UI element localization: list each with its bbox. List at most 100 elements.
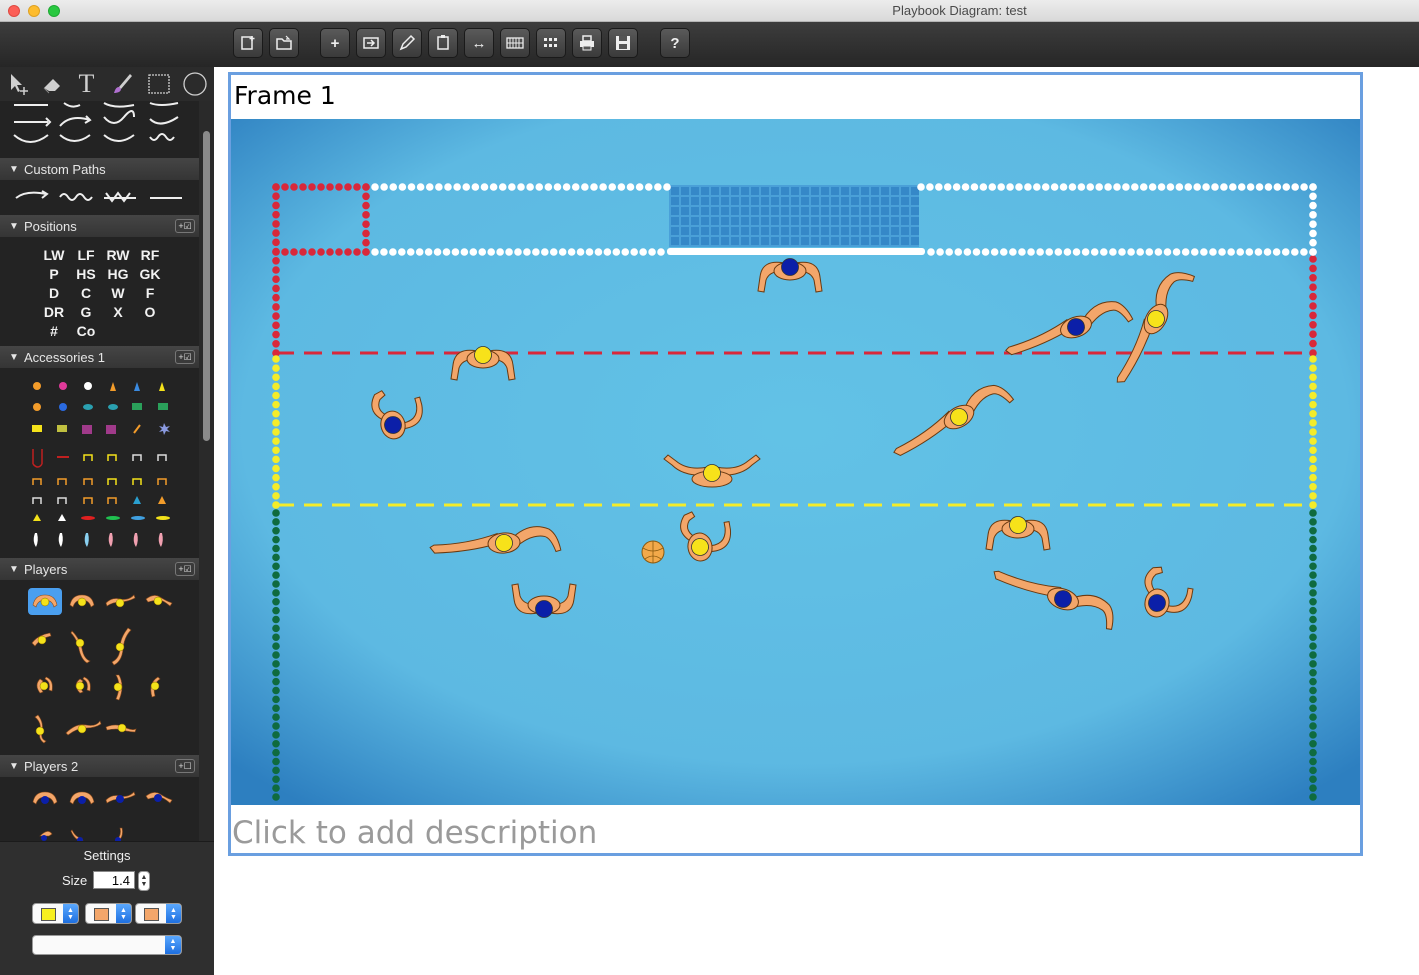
style-select[interactable]: ▲ ▼ (32, 935, 182, 955)
brush-tool-button[interactable] (106, 69, 139, 99)
cap-color-popup[interactable]: ▲ ▼ (32, 903, 79, 924)
section-positions[interactable]: ▼ Positions +☑ (0, 215, 199, 237)
rectangle-tool-button[interactable] (142, 69, 175, 99)
print-button[interactable] (572, 28, 602, 58)
net-cell (891, 207, 899, 215)
net-cell (731, 197, 739, 205)
lane-buoy (1309, 400, 1317, 409)
net-cell (751, 197, 759, 205)
lane-buoy (272, 192, 280, 201)
settings-title: Settings (83, 848, 131, 863)
lane-buoy (1193, 183, 1201, 191)
lane-buoy (290, 248, 298, 256)
position-label[interactable]: RF (134, 247, 166, 266)
eraser-tool-button[interactable] (36, 69, 69, 99)
ellipse-tool-button[interactable] (178, 69, 211, 99)
players-panel[interactable] (0, 583, 199, 758)
disclosure-triangle-icon[interactable]: ▼ (0, 164, 24, 175)
position-label[interactable]: C (70, 285, 102, 304)
lane-buoy (535, 183, 544, 191)
position-label[interactable]: # (38, 323, 70, 342)
lane-buoy (1309, 668, 1317, 677)
lane-buoy (532, 248, 540, 256)
add-item-button[interactable]: +☐ (175, 759, 195, 773)
disclosure-triangle-icon[interactable]: ▼ (0, 564, 24, 575)
lane-buoy (1309, 677, 1317, 686)
lane-buoy (1300, 183, 1308, 191)
net-cell (881, 207, 889, 215)
resize-button[interactable]: ↔ (464, 28, 494, 58)
lane-buoy (558, 248, 567, 256)
lane-buoy (1245, 248, 1254, 256)
net-cell (711, 217, 719, 225)
open-button[interactable] (269, 28, 299, 58)
net-cell (681, 217, 689, 225)
position-label[interactable]: GK (134, 266, 166, 285)
frame-title[interactable]: Frame 1 (234, 81, 336, 110)
scrollbar-thumb[interactable] (203, 131, 210, 441)
new-frame-button[interactable] (233, 28, 263, 58)
lane-buoy (389, 183, 398, 191)
position-label[interactable]: LW (38, 247, 70, 266)
position-label[interactable]: W (102, 285, 134, 304)
add-frame-button[interactable]: + (320, 28, 350, 58)
sidebar: T ▼ Custom Paths ▼ Positions +☑ LW LF RW… (0, 67, 214, 975)
position-label[interactable]: DR (38, 304, 70, 323)
position-label[interactable]: O (134, 304, 166, 323)
net-cell (821, 227, 829, 235)
lane-buoy (272, 571, 280, 579)
text-tool-button[interactable]: T (70, 69, 103, 99)
position-label[interactable]: F (134, 285, 166, 304)
export-button[interactable] (356, 28, 386, 58)
net-cell (701, 227, 709, 235)
net-cell (771, 227, 779, 235)
grid-small-button[interactable] (500, 28, 530, 58)
position-label[interactable]: Co (70, 323, 102, 342)
description-field[interactable]: Click to add description (232, 815, 597, 851)
lane-buoy (272, 784, 280, 792)
add-item-button[interactable]: +☑ (175, 562, 195, 576)
toolbar: + ↔ ? (0, 22, 1419, 67)
grid-large-button[interactable] (536, 28, 566, 58)
lane-buoy (1309, 589, 1317, 597)
position-label[interactable]: P (38, 266, 70, 285)
section-accessories[interactable]: ▼ Accessories 1 +☑ (0, 346, 199, 368)
disclosure-triangle-icon[interactable]: ▼ (0, 221, 24, 232)
ball[interactable] (641, 540, 665, 564)
position-label[interactable]: HS (70, 266, 102, 285)
position-label[interactable]: HG (102, 266, 134, 285)
net-cell (911, 217, 919, 225)
position-label[interactable]: LF (70, 247, 102, 266)
size-input[interactable] (93, 871, 135, 889)
help-button[interactable]: ? (660, 28, 690, 58)
lane-buoy (1309, 464, 1317, 473)
pool-court[interactable] (231, 119, 1360, 805)
players-2-panel[interactable] (0, 780, 199, 841)
body-color-popup[interactable]: ▲ ▼ (135, 903, 182, 924)
diagram-frame[interactable]: Frame 1 Click to add description (228, 72, 1363, 856)
position-label[interactable]: D (38, 285, 70, 304)
position-label[interactable]: G (70, 304, 102, 323)
net-cell (701, 217, 709, 225)
size-stepper[interactable]: ▲ ▼ (138, 871, 150, 891)
position-label[interactable]: X (102, 304, 134, 323)
disclosure-triangle-icon[interactable]: ▼ (0, 761, 24, 772)
disclosure-triangle-icon[interactable]: ▼ (0, 352, 24, 363)
lane-buoy (272, 437, 280, 445)
position-label[interactable]: RW (102, 247, 134, 266)
save-button[interactable] (608, 28, 638, 58)
add-item-button[interactable]: +☑ (175, 350, 195, 364)
net-cell (741, 207, 749, 215)
sidebar-scrollbar[interactable] (199, 101, 214, 841)
pencil-button[interactable] (392, 28, 422, 58)
paste-button[interactable] (428, 28, 458, 58)
add-item-button[interactable]: +☑ (175, 219, 195, 233)
accessories-panel[interactable] (0, 371, 199, 556)
palette: ▼ Custom Paths ▼ Positions +☑ LW LF RW RF P… (0, 101, 199, 841)
section-players-2[interactable]: ▼ Players 2 +☐ (0, 755, 199, 777)
select-tool-button[interactable] (2, 69, 35, 99)
section-custom-paths[interactable]: ▼ Custom Paths (0, 158, 199, 180)
lane-buoy (1291, 248, 1299, 256)
skin-color-popup[interactable]: ▲ ▼ (85, 903, 132, 924)
section-players[interactable]: ▼ Players +☑ (0, 558, 199, 580)
